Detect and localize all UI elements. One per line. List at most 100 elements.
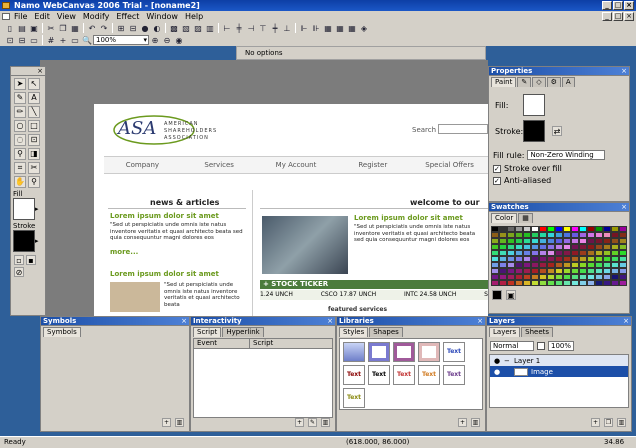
tab-color[interactable]: Color: [491, 213, 518, 223]
style-item[interactable]: [368, 342, 390, 362]
line-tool-icon[interactable]: ╲: [28, 106, 40, 118]
layer-list[interactable]: ● − Layer 1 ● Image: [489, 354, 629, 408]
new-layer-icon[interactable]: +: [591, 418, 600, 427]
align-middle-icon[interactable]: ┿: [269, 23, 281, 34]
style-item[interactable]: Text: [443, 365, 465, 385]
color-swatch[interactable]: [491, 280, 499, 286]
crop-tool-icon[interactable]: ⊡: [28, 134, 40, 146]
menu-help[interactable]: Help: [185, 12, 203, 21]
color-swatch[interactable]: [555, 280, 563, 286]
style-item[interactable]: Text: [393, 365, 415, 385]
group-icon[interactable]: ⊞: [115, 23, 127, 34]
duplicate-layer-icon[interactable]: ❐: [604, 418, 613, 427]
close-icon[interactable]: ×: [37, 67, 43, 75]
color-swatch[interactable]: [531, 280, 539, 286]
event-table[interactable]: Event Script: [193, 338, 333, 418]
new-style-icon[interactable]: +: [458, 418, 467, 427]
color-swatch[interactable]: [571, 280, 579, 286]
copy-icon[interactable]: ❐: [57, 23, 69, 34]
style-item[interactable]: Text: [443, 342, 465, 362]
close-button[interactable]: ×: [624, 1, 634, 10]
search-input[interactable]: [438, 124, 488, 134]
fill-icon[interactable]: ▦: [322, 23, 334, 34]
tab-paint[interactable]: Paint: [491, 77, 517, 87]
hand-tool-icon[interactable]: ✋: [14, 176, 26, 188]
style-item[interactable]: [393, 342, 415, 362]
shape-icon[interactable]: ●: [139, 23, 151, 34]
rectangle-tool-icon[interactable]: □: [28, 120, 40, 132]
chevron-down-icon[interactable]: ▸: [35, 237, 39, 245]
eyedropper-tool-icon[interactable]: ⚲: [14, 148, 26, 160]
style-gallery[interactable]: Text Text Text Text Text Text Text: [339, 338, 483, 410]
trash-icon[interactable]: ▥: [617, 418, 626, 427]
zoom-out-icon[interactable]: ⊖: [161, 35, 173, 46]
tab-gear-icon[interactable]: ⚙: [546, 77, 561, 87]
nav-services[interactable]: Services: [181, 161, 258, 169]
more-link[interactable]: more...: [110, 248, 138, 256]
default-colors-icon[interactable]: ▫: [14, 255, 24, 265]
trash-icon[interactable]: ▥: [175, 418, 184, 427]
menu-effect[interactable]: Effect: [116, 12, 139, 21]
color-swatch[interactable]: [603, 280, 611, 286]
transform-tool-icon[interactable]: ⌗: [14, 162, 26, 174]
eye-icon[interactable]: ●: [490, 368, 504, 376]
distribute-icon[interactable]: ⊩: [298, 23, 310, 34]
style-item[interactable]: Text: [368, 365, 390, 385]
fill-swatch[interactable]: [13, 198, 35, 220]
maximize-button[interactable]: □: [613, 1, 623, 10]
trash-icon[interactable]: ▥: [321, 418, 330, 427]
align-right-icon[interactable]: ⊣: [245, 23, 257, 34]
subselect-tool-icon[interactable]: ↖: [28, 78, 40, 90]
pencil-tool-icon[interactable]: ✏: [14, 106, 26, 118]
nav-special-offers[interactable]: Special Offers: [411, 161, 488, 169]
style-item[interactable]: Text: [418, 365, 440, 385]
color-swatch[interactable]: [499, 280, 507, 286]
frame2-icon[interactable]: ⊟: [16, 35, 28, 46]
lock-checkbox[interactable]: [537, 342, 545, 350]
zoom-icon[interactable]: 🔍: [81, 35, 93, 46]
style-item[interactable]: Text: [343, 388, 365, 408]
paste-icon[interactable]: ▦: [69, 23, 81, 34]
doc-close-button[interactable]: ×: [624, 12, 634, 21]
nav-register[interactable]: Register: [334, 161, 411, 169]
close-icon[interactable]: ×: [181, 317, 187, 325]
tab-styles[interactable]: Styles: [339, 327, 369, 337]
color-palette[interactable]: [491, 226, 627, 286]
new-icon[interactable]: ▯: [4, 23, 16, 34]
close-icon[interactable]: ×: [477, 317, 483, 325]
lasso-tool-icon[interactable]: ◌: [14, 134, 26, 146]
column-event[interactable]: Event: [194, 339, 250, 348]
text-tool-icon[interactable]: A: [28, 92, 40, 104]
color-swatch[interactable]: [507, 280, 515, 286]
tab-sheets[interactable]: Sheets: [521, 327, 554, 337]
tab-grid-icon[interactable]: ▦: [518, 213, 533, 223]
color-swatch[interactable]: [595, 280, 603, 286]
chevron-down-icon[interactable]: ▸: [35, 205, 39, 213]
align-center-icon[interactable]: ╪: [233, 23, 245, 34]
style-item[interactable]: Text: [343, 365, 365, 385]
add-event-icon[interactable]: +: [295, 418, 304, 427]
grid-icon[interactable]: #: [45, 35, 57, 46]
layer-row[interactable]: ● Image: [490, 366, 628, 377]
pointer-tool-icon[interactable]: ➤: [14, 78, 26, 90]
close-icon[interactable]: ×: [327, 317, 333, 325]
fill-swatch[interactable]: [523, 94, 545, 116]
order-icon[interactable]: ▩: [168, 23, 180, 34]
shape2-icon[interactable]: ◐: [151, 23, 163, 34]
expand-icon[interactable]: −: [504, 357, 514, 365]
rect-icon[interactable]: ▭: [69, 35, 81, 46]
color-swatch[interactable]: [579, 280, 587, 286]
tab-hyperlink[interactable]: Hyperlink: [222, 327, 264, 337]
swap-icon[interactable]: ⇄: [552, 126, 562, 136]
blend-mode-select[interactable]: Normal: [490, 341, 534, 351]
stroke-swatch[interactable]: [13, 230, 35, 252]
frame3-icon[interactable]: ▭: [28, 35, 40, 46]
frame-icon[interactable]: ⊡: [4, 35, 16, 46]
color-swatch[interactable]: [523, 280, 531, 286]
zoom-tool-icon[interactable]: ⚲: [28, 176, 40, 188]
undo-icon[interactable]: ↶: [86, 23, 98, 34]
color-swatch[interactable]: [515, 280, 523, 286]
doc-minimize-button[interactable]: _: [602, 12, 612, 21]
close-icon[interactable]: ×: [621, 67, 627, 75]
black-swatch-icon[interactable]: [492, 290, 502, 300]
